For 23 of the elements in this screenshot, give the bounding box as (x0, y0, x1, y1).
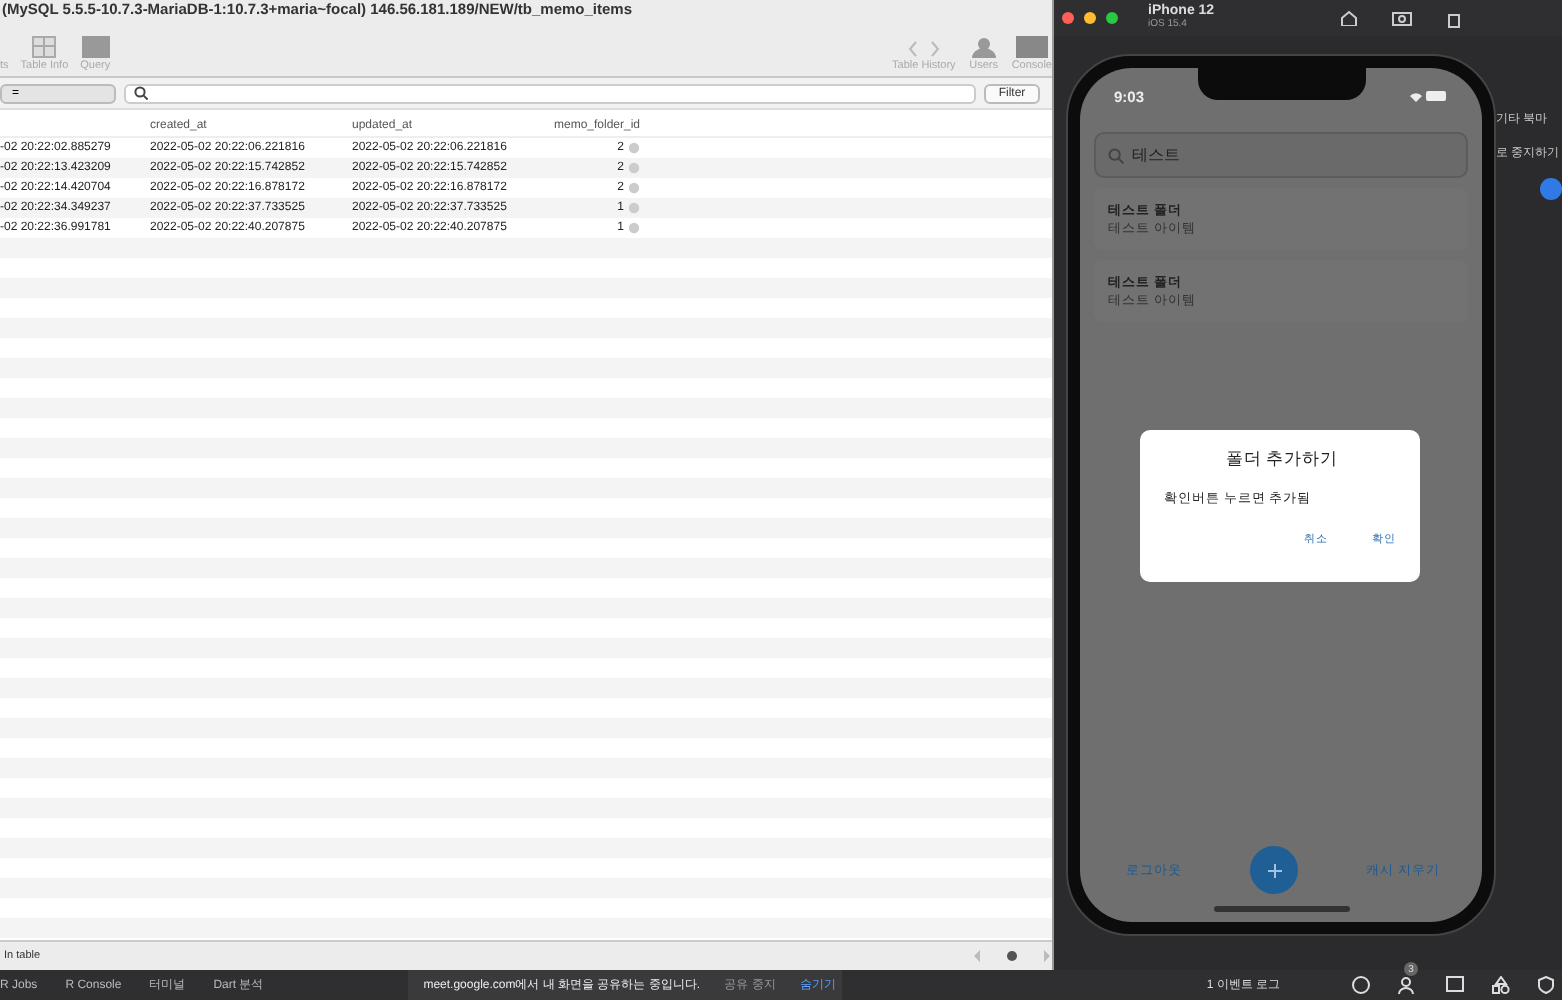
shapes-icon[interactable] (1492, 976, 1510, 994)
rotate-icon[interactable] (1446, 9, 1463, 27)
battery-icon (1408, 90, 1448, 102)
query-window-icon (81, 36, 110, 58)
shield-icon[interactable] (1538, 976, 1554, 994)
users-icon (967, 38, 1000, 58)
search-icon (1108, 147, 1124, 163)
close-icon[interactable] (1062, 12, 1074, 24)
home-icon[interactable] (1340, 10, 1359, 26)
audio-icon[interactable] (1540, 178, 1562, 200)
add-button[interactable] (1250, 846, 1299, 894)
zoom-icon[interactable] (1106, 12, 1118, 24)
console-icon (1015, 36, 1048, 58)
table-icon (32, 36, 57, 58)
arrows-icon (907, 40, 940, 58)
camera-icon[interactable] (1392, 10, 1413, 26)
people-icon[interactable] (1398, 976, 1418, 994)
search-field[interactable]: 테스트 (1094, 132, 1468, 178)
plus-icon (1267, 863, 1282, 877)
search-icon (134, 86, 148, 100)
search-field[interactable] (124, 83, 976, 103)
minimize-icon[interactable] (1084, 12, 1096, 24)
dialog-title: 폴더 추가하기 (1223, 448, 1341, 472)
